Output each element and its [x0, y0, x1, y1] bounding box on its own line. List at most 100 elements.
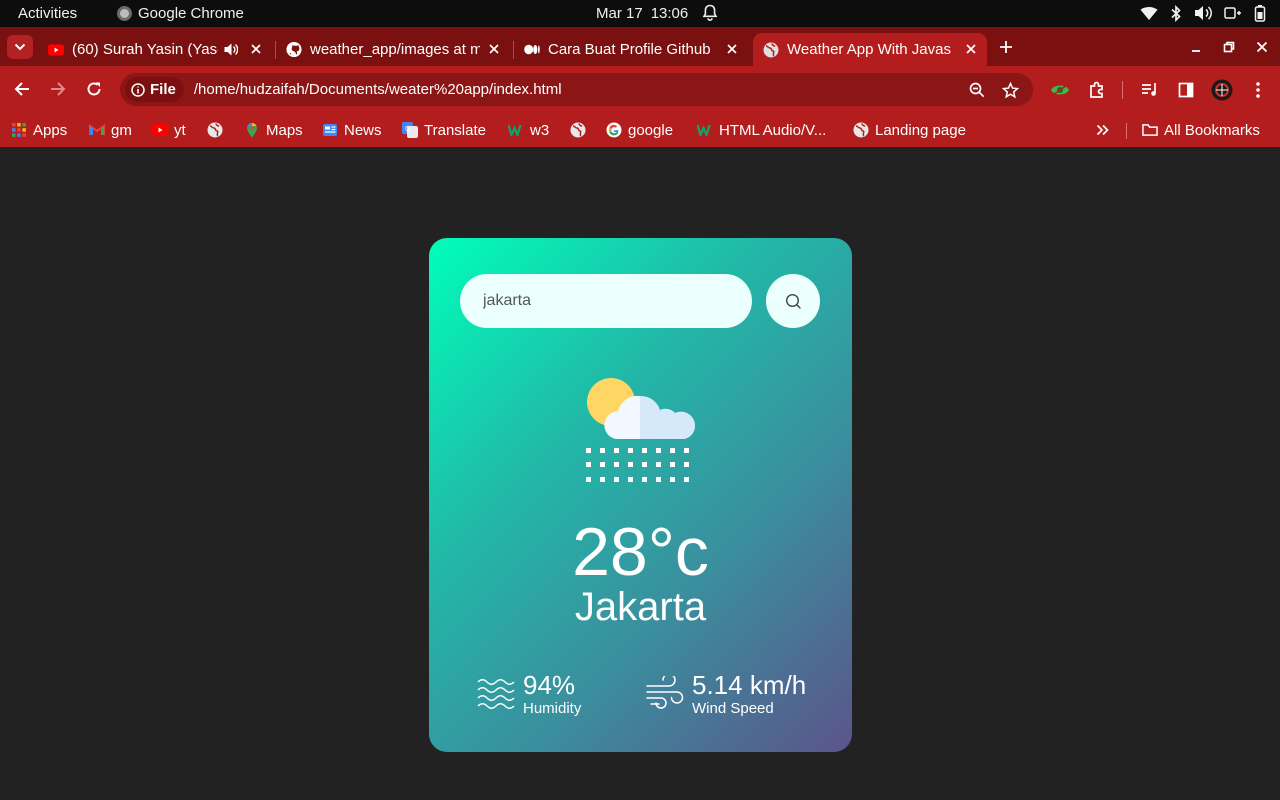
battery-icon[interactable]	[1254, 4, 1266, 22]
close-icon[interactable]	[486, 41, 502, 57]
globe-icon	[570, 122, 586, 138]
volume-icon[interactable]	[1194, 5, 1212, 21]
bookmark-label: HTML Audio/V...	[719, 121, 827, 139]
medium-icon	[524, 42, 540, 58]
audio-playing-icon[interactable]	[224, 43, 239, 60]
system-tray[interactable]	[1140, 4, 1266, 22]
app-menu[interactable]: Google Chrome	[117, 5, 244, 22]
bookmark-label: Apps	[33, 121, 68, 139]
all-bookmarks-label: All Bookmarks	[1164, 121, 1260, 139]
bookmarks-overflow-button[interactable]	[1096, 119, 1109, 141]
all-bookmarks-button[interactable]: All Bookmarks	[1142, 119, 1260, 141]
news-icon	[322, 122, 338, 138]
kebab-menu-icon[interactable]	[1246, 78, 1270, 102]
wifi-icon[interactable]	[1140, 6, 1158, 21]
tab-medium[interactable]: Cara Buat Profile Github	[514, 33, 748, 66]
city-name: Jakarta	[574, 585, 707, 629]
arrow-left-icon	[14, 82, 29, 96]
arrow-right-icon	[51, 82, 66, 96]
bookmark-label: google	[628, 121, 674, 139]
bluetooth-icon[interactable]	[1170, 4, 1182, 22]
profile-avatar[interactable]	[1210, 78, 1234, 102]
site-info-chip[interactable]: File	[125, 77, 184, 102]
activities-button[interactable]: Activities	[18, 5, 77, 22]
clock-time: 13:06	[650, 5, 689, 22]
github-icon	[286, 41, 302, 58]
humidity-label: Humidity	[523, 700, 582, 717]
bookmark-globe-2[interactable]	[570, 119, 586, 141]
cloud-snow-sun-icon	[586, 378, 696, 482]
close-window-button[interactable]	[1252, 37, 1272, 57]
close-icon[interactable]	[963, 41, 979, 57]
tab-label: (60) Surah Yasin (Yasee	[72, 41, 218, 58]
bookmark-w3[interactable]: w3	[508, 119, 549, 141]
extensions-puzzle-icon[interactable]	[1085, 78, 1109, 102]
bookmark-label: gm	[111, 121, 132, 139]
media-controls-icon[interactable]	[1138, 78, 1162, 102]
bookmark-maps[interactable]: Maps	[244, 119, 303, 141]
notification-bell-icon[interactable]	[702, 4, 718, 26]
bookmark-label: News	[344, 121, 382, 139]
side-panel-icon[interactable]	[1174, 78, 1198, 102]
weather-card: 28°c Jakarta 94% Humidity 5.14 km/	[429, 238, 852, 752]
globe-icon	[207, 122, 223, 138]
tab-search-button[interactable]	[7, 35, 33, 59]
clock-date: Mar 17	[596, 5, 643, 22]
browser-toolbar: File /home/hudzaifah/Documents/weater%20…	[0, 66, 1280, 113]
tab-label: weather_app/images at m	[310, 41, 480, 58]
extension-eye-icon[interactable]	[1048, 78, 1072, 102]
zoom-icon[interactable]	[967, 80, 987, 100]
tab-youtube[interactable]: (60) Surah Yasin (Yasee	[38, 33, 272, 66]
minimize-button[interactable]	[1186, 37, 1206, 57]
bookmark-gm[interactable]: gm	[89, 119, 132, 141]
chevron-down-icon	[14, 43, 26, 51]
bookmark-label: w3	[530, 121, 550, 139]
globe-icon	[763, 42, 779, 58]
search-button[interactable]	[766, 274, 820, 328]
toolbar-separator	[1122, 81, 1123, 99]
tab-label: Weather App With Javas	[787, 41, 951, 58]
city-search-input[interactable]	[460, 274, 752, 328]
humidity-block: 94% Humidity	[477, 668, 581, 716]
bookmark-translate[interactable]: G Translate	[402, 119, 486, 141]
reload-button[interactable]	[83, 78, 105, 100]
svg-text:G: G	[405, 126, 410, 133]
bookmark-news[interactable]: News	[322, 119, 382, 141]
wind-speed-value: 5.14 km/h	[692, 670, 807, 700]
bookmark-globe[interactable]	[207, 119, 223, 141]
google-icon	[606, 122, 622, 138]
restore-button[interactable]	[1219, 37, 1239, 57]
tab-weather-app[interactable]: Weather App With Javas	[753, 33, 987, 66]
bookmark-google[interactable]: google	[606, 119, 673, 141]
bookmarks-separator	[1126, 123, 1127, 139]
clock[interactable]: Mar 17 13:06	[596, 5, 688, 22]
youtube-icon	[48, 42, 64, 58]
bookmark-html-audio[interactable]: HTML Audio/V...	[697, 119, 826, 141]
bookmark-apps[interactable]: Apps	[11, 119, 67, 141]
close-icon[interactable]	[724, 41, 740, 57]
address-bar[interactable]: File /home/hudzaifah/Documents/weater%20…	[120, 73, 1033, 106]
folder-icon	[1142, 122, 1158, 138]
bookmark-label: Translate	[424, 121, 486, 139]
url-text[interactable]: /home/hudzaifah/Documents/weater%20app/i…	[194, 81, 562, 98]
bookmarks-bar: Apps gm yt Maps News G Translate w3 goog…	[0, 113, 1280, 148]
wind-speed-label: Wind Speed	[692, 700, 774, 717]
app-name: Google Chrome	[138, 5, 244, 22]
bookmark-landing-page[interactable]: Landing page	[853, 119, 966, 141]
humidity-waves-icon	[477, 679, 515, 709]
tab-strip: (60) Surah Yasin (Yasee weather_app/imag…	[0, 27, 1280, 66]
plus-icon	[1000, 41, 1012, 53]
network-icon[interactable]	[1224, 5, 1242, 21]
new-tab-button[interactable]	[995, 36, 1017, 58]
bookmark-label: Landing page	[875, 121, 966, 139]
star-icon[interactable]	[1000, 80, 1020, 100]
close-icon[interactable]	[248, 41, 264, 57]
bookmark-yt[interactable]: yt	[152, 119, 186, 141]
temperature: 28°c	[572, 514, 709, 590]
youtube-icon	[152, 122, 168, 138]
tab-github[interactable]: weather_app/images at m	[276, 33, 510, 66]
globe-icon	[853, 122, 869, 138]
apps-grid-icon	[11, 122, 27, 138]
forward-button[interactable]	[47, 78, 69, 100]
back-button[interactable]	[11, 78, 33, 100]
